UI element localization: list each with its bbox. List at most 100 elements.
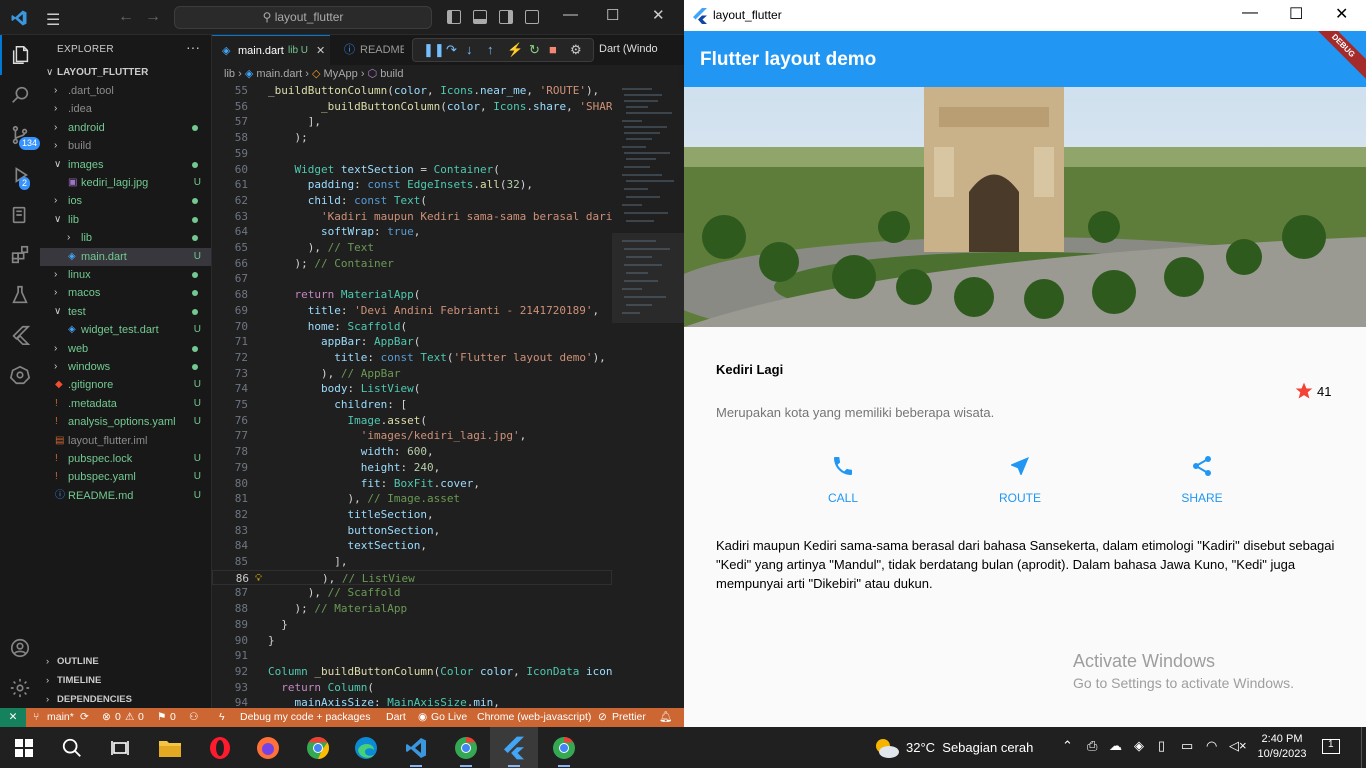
pause-icon[interactable]: ❚❚ bbox=[423, 42, 445, 58]
tree-folder[interactable]: › web bbox=[40, 340, 211, 358]
route-button[interactable]: ROUTE bbox=[975, 454, 1065, 505]
explorer-root-folder[interactable]: ∨ LAYOUT_FLUTTER bbox=[40, 64, 211, 82]
prettier-status[interactable]: Prettier bbox=[612, 708, 646, 727]
accounts-icon[interactable] bbox=[0, 628, 40, 668]
forward-arrow-icon[interactable]: → bbox=[145, 8, 161, 26]
error-count[interactable]: 0 bbox=[115, 708, 121, 727]
tree-folder[interactable]: › ios bbox=[40, 192, 211, 210]
volume-icon[interactable]: ◁× bbox=[1229, 738, 1247, 754]
run-debug-icon[interactable]: 2 bbox=[0, 155, 40, 195]
notifications-icon[interactable]: 🔔︎ bbox=[659, 708, 672, 727]
settings-gear-icon[interactable] bbox=[0, 668, 40, 708]
chrome-profile-app[interactable] bbox=[442, 727, 490, 768]
security-icon[interactable]: ◈ bbox=[1134, 738, 1144, 754]
step-out-icon[interactable]: ↑ bbox=[487, 42, 494, 57]
share-button[interactable]: SHARE bbox=[1157, 454, 1247, 505]
language-mode[interactable]: Dart bbox=[386, 708, 406, 727]
chrome-web-app[interactable] bbox=[540, 727, 588, 768]
device-selector[interactable]: Chrome (web-javascript) bbox=[477, 708, 591, 727]
tab-readme[interactable]: ⓘ README bbox=[332, 35, 404, 65]
minimap[interactable] bbox=[612, 83, 684, 343]
debug-target-select[interactable]: Dart (Windo bbox=[599, 43, 658, 55]
tree-folder[interactable]: › .idea bbox=[40, 100, 211, 118]
task-view-button[interactable] bbox=[96, 727, 144, 768]
tree-folder[interactable]: › macos bbox=[40, 284, 211, 302]
battery-icon[interactable]: ▭ bbox=[1181, 738, 1193, 754]
tree-file[interactable]: ◈ widget_test.dart U bbox=[40, 321, 211, 339]
go-live-button[interactable]: Go Live bbox=[431, 708, 467, 727]
onedrive-icon[interactable]: ☁ bbox=[1109, 738, 1122, 754]
breadcrumb-item[interactable]: MyApp bbox=[324, 68, 358, 80]
tree-folder[interactable]: ∨ test bbox=[40, 303, 211, 321]
minimize-icon[interactable]: — bbox=[1242, 4, 1258, 22]
tree-folder[interactable]: › linux bbox=[40, 266, 211, 284]
outline-section[interactable]: › OUTLINE bbox=[40, 653, 211, 671]
maximize-icon[interactable]: ☐ bbox=[606, 6, 619, 24]
timeline-section[interactable]: › TIMELINE bbox=[40, 672, 211, 690]
step-into-icon[interactable]: ↓ bbox=[466, 42, 473, 57]
weather-icon[interactable] bbox=[872, 736, 900, 760]
maximize-icon[interactable]: ☐ bbox=[1289, 4, 1303, 24]
system-clock[interactable]: 2:40 PM 10/9/2023 bbox=[1254, 732, 1310, 762]
notification-center-icon[interactable]: 1 bbox=[1322, 739, 1340, 754]
star-icon[interactable] bbox=[1294, 381, 1314, 401]
source-control-icon[interactable]: 134 bbox=[0, 115, 41, 155]
flutter-app-taskbar[interactable] bbox=[490, 727, 538, 768]
restart-icon[interactable]: ↻ bbox=[529, 42, 540, 58]
call-button[interactable]: CALL bbox=[798, 454, 888, 505]
tab-main-dart[interactable]: ◈ main.dart lib U ✕ bbox=[212, 35, 330, 65]
tree-file[interactable]: ! .metadata U bbox=[40, 395, 211, 413]
toggle-panel-icon[interactable] bbox=[473, 10, 487, 24]
toggle-secondary-sidebar-icon[interactable] bbox=[499, 10, 513, 24]
file-explorer-app[interactable] bbox=[146, 727, 194, 768]
explorer-icon[interactable] bbox=[0, 35, 40, 75]
testing-icon[interactable] bbox=[0, 275, 40, 315]
weather-widget[interactable]: 32°C Sebagian cerah bbox=[906, 740, 1033, 755]
breadcrumb-item[interactable]: main.dart bbox=[256, 68, 302, 80]
start-button[interactable] bbox=[0, 727, 48, 768]
usb-icon[interactable]: ▯ bbox=[1158, 738, 1165, 754]
opera-app[interactable] bbox=[196, 727, 244, 768]
kubernetes-icon[interactable] bbox=[0, 355, 40, 395]
ports-count[interactable]: 0 bbox=[170, 708, 176, 727]
vscode-app[interactable] bbox=[392, 727, 440, 768]
tree-file[interactable]: ◆ .gitignore U bbox=[40, 376, 211, 394]
remote-indicator-icon[interactable]: ✕ bbox=[0, 708, 26, 727]
code-editor[interactable]: 55 _buildButtonColumn(color, Icons.near_m… bbox=[212, 83, 612, 708]
step-over-icon[interactable]: ↷ bbox=[446, 42, 457, 58]
dependencies-section[interactable]: › DEPENDENCIES bbox=[40, 691, 211, 709]
remote-explorer-icon[interactable] bbox=[0, 195, 40, 235]
debug-config[interactable]: Debug my code + packages bbox=[240, 708, 370, 727]
tree-folder[interactable]: ∨ lib bbox=[40, 211, 211, 229]
stop-icon[interactable]: ■ bbox=[549, 42, 557, 57]
show-desktop-button[interactable] bbox=[1361, 727, 1366, 768]
extensions-icon[interactable] bbox=[0, 235, 40, 275]
search-icon[interactable] bbox=[0, 75, 40, 115]
customize-layout-icon[interactable] bbox=[525, 10, 539, 24]
tree-folder[interactable]: › lib bbox=[40, 229, 211, 247]
command-center-search[interactable]: ⚲ layout_flutter bbox=[174, 6, 432, 29]
meet-now-icon[interactable]: ⎙ bbox=[1087, 738, 1097, 754]
lightbulb-icon[interactable]: 💡︎ bbox=[255, 571, 262, 587]
minimize-icon[interactable]: — bbox=[563, 6, 578, 23]
tree-folder[interactable]: ∨ images bbox=[40, 156, 211, 174]
tree-file[interactable]: ▤ layout_flutter.iml bbox=[40, 432, 211, 450]
close-icon[interactable]: ✕ bbox=[316, 36, 325, 65]
toggle-sidebar-icon[interactable] bbox=[447, 10, 461, 24]
firefox-app[interactable] bbox=[244, 727, 292, 768]
hot-reload-icon[interactable]: ⚡ bbox=[507, 42, 523, 58]
tree-file[interactable]: ◈ main.dart U bbox=[40, 247, 211, 266]
tree-file[interactable]: ! analysis_options.yaml U bbox=[40, 413, 211, 431]
warning-count[interactable]: 0 bbox=[138, 708, 144, 727]
tree-folder[interactable]: › build bbox=[40, 137, 211, 155]
chevron-up-icon[interactable]: ⌃ bbox=[1062, 738, 1073, 754]
menu-icon[interactable]: ☰ bbox=[46, 10, 60, 30]
tree-file[interactable]: ⓘ README.md U bbox=[40, 487, 211, 505]
devtools-icon[interactable]: ⚙ bbox=[570, 42, 582, 58]
sync-icon[interactable]: ⟳ bbox=[80, 708, 89, 727]
tree-folder[interactable]: › android bbox=[40, 119, 211, 137]
tree-folder[interactable]: › windows bbox=[40, 358, 211, 376]
close-icon[interactable]: ✕ bbox=[1335, 4, 1348, 24]
tree-folder[interactable]: › .dart_tool bbox=[40, 82, 211, 100]
search-button[interactable] bbox=[48, 727, 96, 768]
